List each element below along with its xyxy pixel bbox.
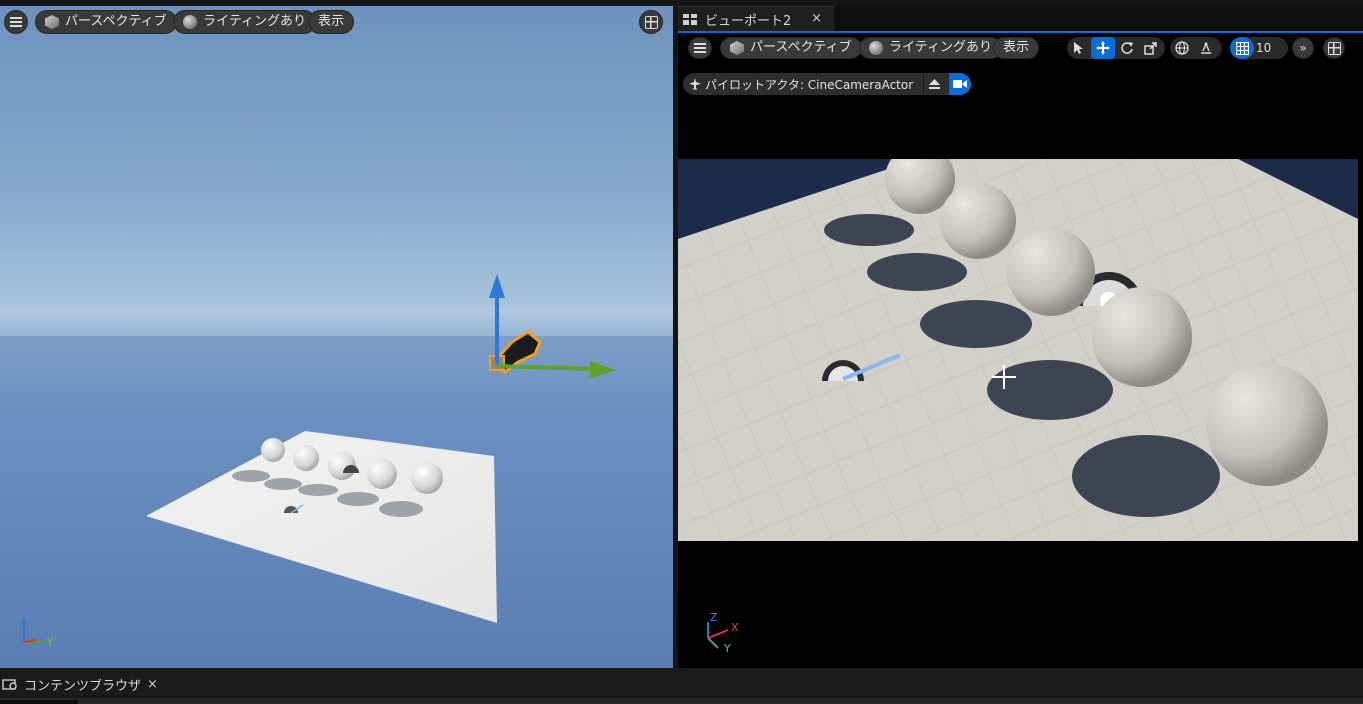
viewport2-tab[interactable]: ビューポート2 × [678, 6, 834, 31]
perspective-label: パースペクティブ [750, 40, 852, 55]
content-browser-icon [2, 679, 17, 690]
axis-z-label: Z [26, 606, 34, 619]
bottom-divider [0, 698, 1363, 704]
content-browser-tab[interactable]: コンテンツブラウザ × [0, 672, 158, 696]
viewport-tab-icon [683, 13, 697, 25]
show-button[interactable]: 表示 [993, 37, 1040, 59]
sphere [940, 183, 1016, 259]
grid-snap-tools: 10 [1230, 37, 1288, 59]
editor-window: Z Y パースペクティブ ライティングあり 表示 ビューポート2 × パースペク… [0, 0, 1363, 704]
close-icon[interactable]: × [147, 677, 158, 692]
sphere [261, 438, 285, 462]
pilot-actor-bar[interactable]: パイロットアクタ: CineCameraActor [683, 73, 972, 95]
left-viewport-scene [0, 274, 673, 643]
lighting-label: ライティングあり [203, 14, 306, 29]
sphere [1092, 287, 1192, 387]
right-viewport[interactable]: ビューポート2 × パースペクティブ ライティングあり 表示 10 » パイロッ… [678, 6, 1363, 668]
viewport-layout-icon [1327, 41, 1341, 55]
cube-icon [730, 41, 744, 55]
cube-icon [45, 15, 59, 29]
sphere [367, 459, 397, 489]
pilot-actor-label: パイロットアクタ: CineCameraActor [705, 77, 914, 92]
axis-y-label: Y [724, 642, 731, 655]
bottom-panel: コンテンツブラウザ × [0, 668, 1363, 704]
lighting-button[interactable]: ライティングあり [173, 10, 316, 34]
menu-icon [10, 17, 22, 27]
menu-icon [694, 43, 706, 53]
viewport-tab-bar: ビューポート2 × [678, 6, 1363, 31]
globe-icon[interactable] [1170, 37, 1194, 59]
grid-snap-icon[interactable] [1230, 37, 1254, 59]
bottom-divider-dark [0, 700, 78, 704]
viewport-layout-icon [644, 15, 658, 29]
camera-view-render [678, 159, 1358, 541]
lighting-label: ライティングあり [889, 40, 992, 55]
video-camera-icon [953, 80, 968, 88]
move-icon[interactable] [1091, 37, 1115, 59]
perspective-button[interactable]: パースペクティブ [35, 10, 177, 34]
transform-tools [1067, 37, 1165, 59]
viewport-layout-button[interactable] [639, 10, 663, 34]
select-arrow-icon[interactable] [1067, 37, 1091, 59]
surface-snap-icon[interactable] [1194, 37, 1218, 59]
perspective-label: パースペクティブ [65, 14, 167, 29]
show-button[interactable]: 表示 [308, 10, 355, 34]
left-viewport[interactable]: Z Y パースペクティブ ライティングあり 表示 [0, 6, 673, 668]
more-tools-button[interactable]: » [1292, 37, 1314, 59]
viewport-menu-button[interactable] [4, 10, 28, 34]
scale-icon[interactable] [1139, 37, 1163, 59]
axis-z-label: Z [710, 611, 718, 624]
show-label: 表示 [1003, 40, 1030, 55]
camera-button[interactable] [949, 73, 972, 95]
coordinate-tools [1170, 37, 1222, 59]
chevron-double-right-icon: » [1299, 41, 1307, 55]
axis-x-label: X [731, 621, 739, 634]
viewport-menu-button[interactable] [688, 37, 712, 59]
axis-y-label: Y [47, 636, 54, 649]
sphere [1007, 228, 1095, 316]
lighting-button[interactable]: ライティングあり [859, 37, 1002, 59]
sphere-icon [869, 41, 883, 55]
sphere [1206, 364, 1328, 486]
content-browser-title: コンテンツブラウザ [24, 678, 142, 694]
sphere-icon [183, 15, 197, 29]
eject-icon [929, 79, 941, 89]
eject-button[interactable] [923, 73, 945, 95]
show-label: 表示 [318, 14, 345, 29]
floor-plane [146, 431, 497, 623]
perspective-button[interactable]: パースペクティブ [720, 37, 862, 59]
grid-snap-value[interactable]: 10 [1254, 41, 1277, 55]
sphere [293, 445, 319, 471]
viewport-layout-button[interactable] [1323, 37, 1345, 59]
sphere [411, 462, 443, 494]
airplane-icon [689, 78, 701, 90]
viewport2-toolbar: パースペクティブ ライティングあり 表示 10 » [678, 33, 1363, 63]
rotate-icon[interactable] [1115, 37, 1139, 59]
viewport2-tab-title: ビューポート2 [705, 13, 792, 29]
close-icon[interactable]: × [811, 11, 822, 26]
